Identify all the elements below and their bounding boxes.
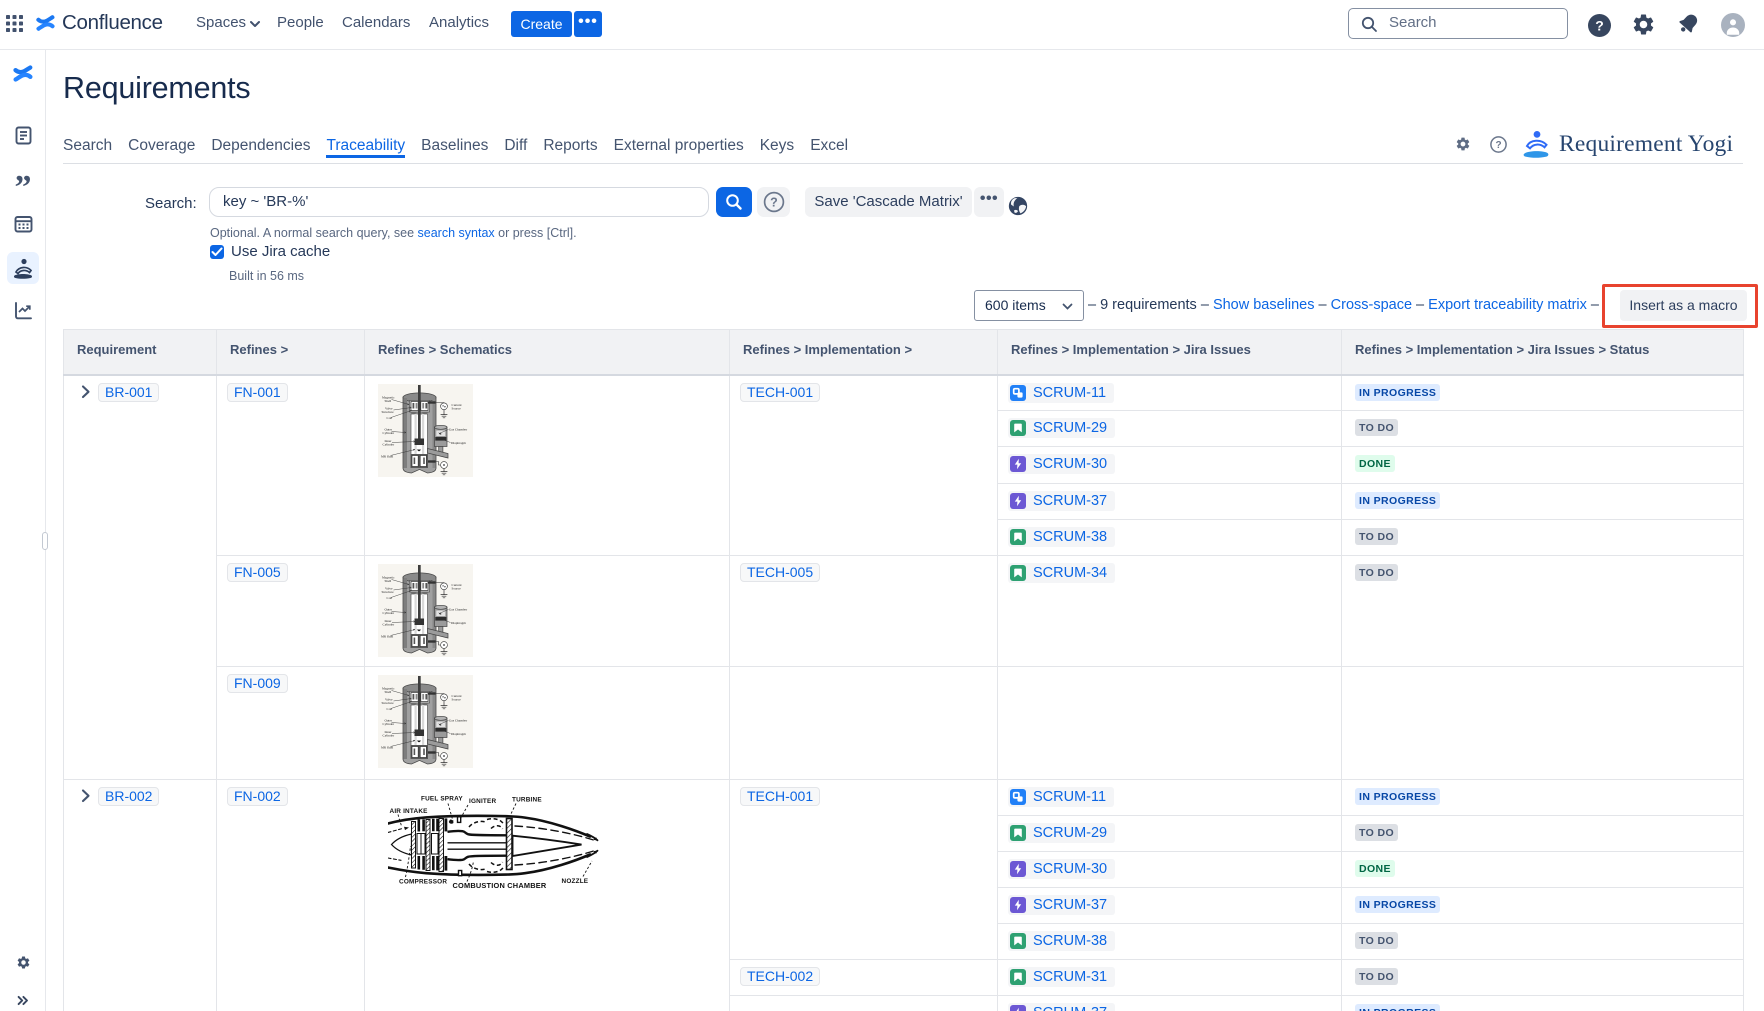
svg-text:?: ? [1495,140,1501,151]
svg-text:?: ? [1595,18,1604,34]
svg-text:?: ? [770,196,778,210]
